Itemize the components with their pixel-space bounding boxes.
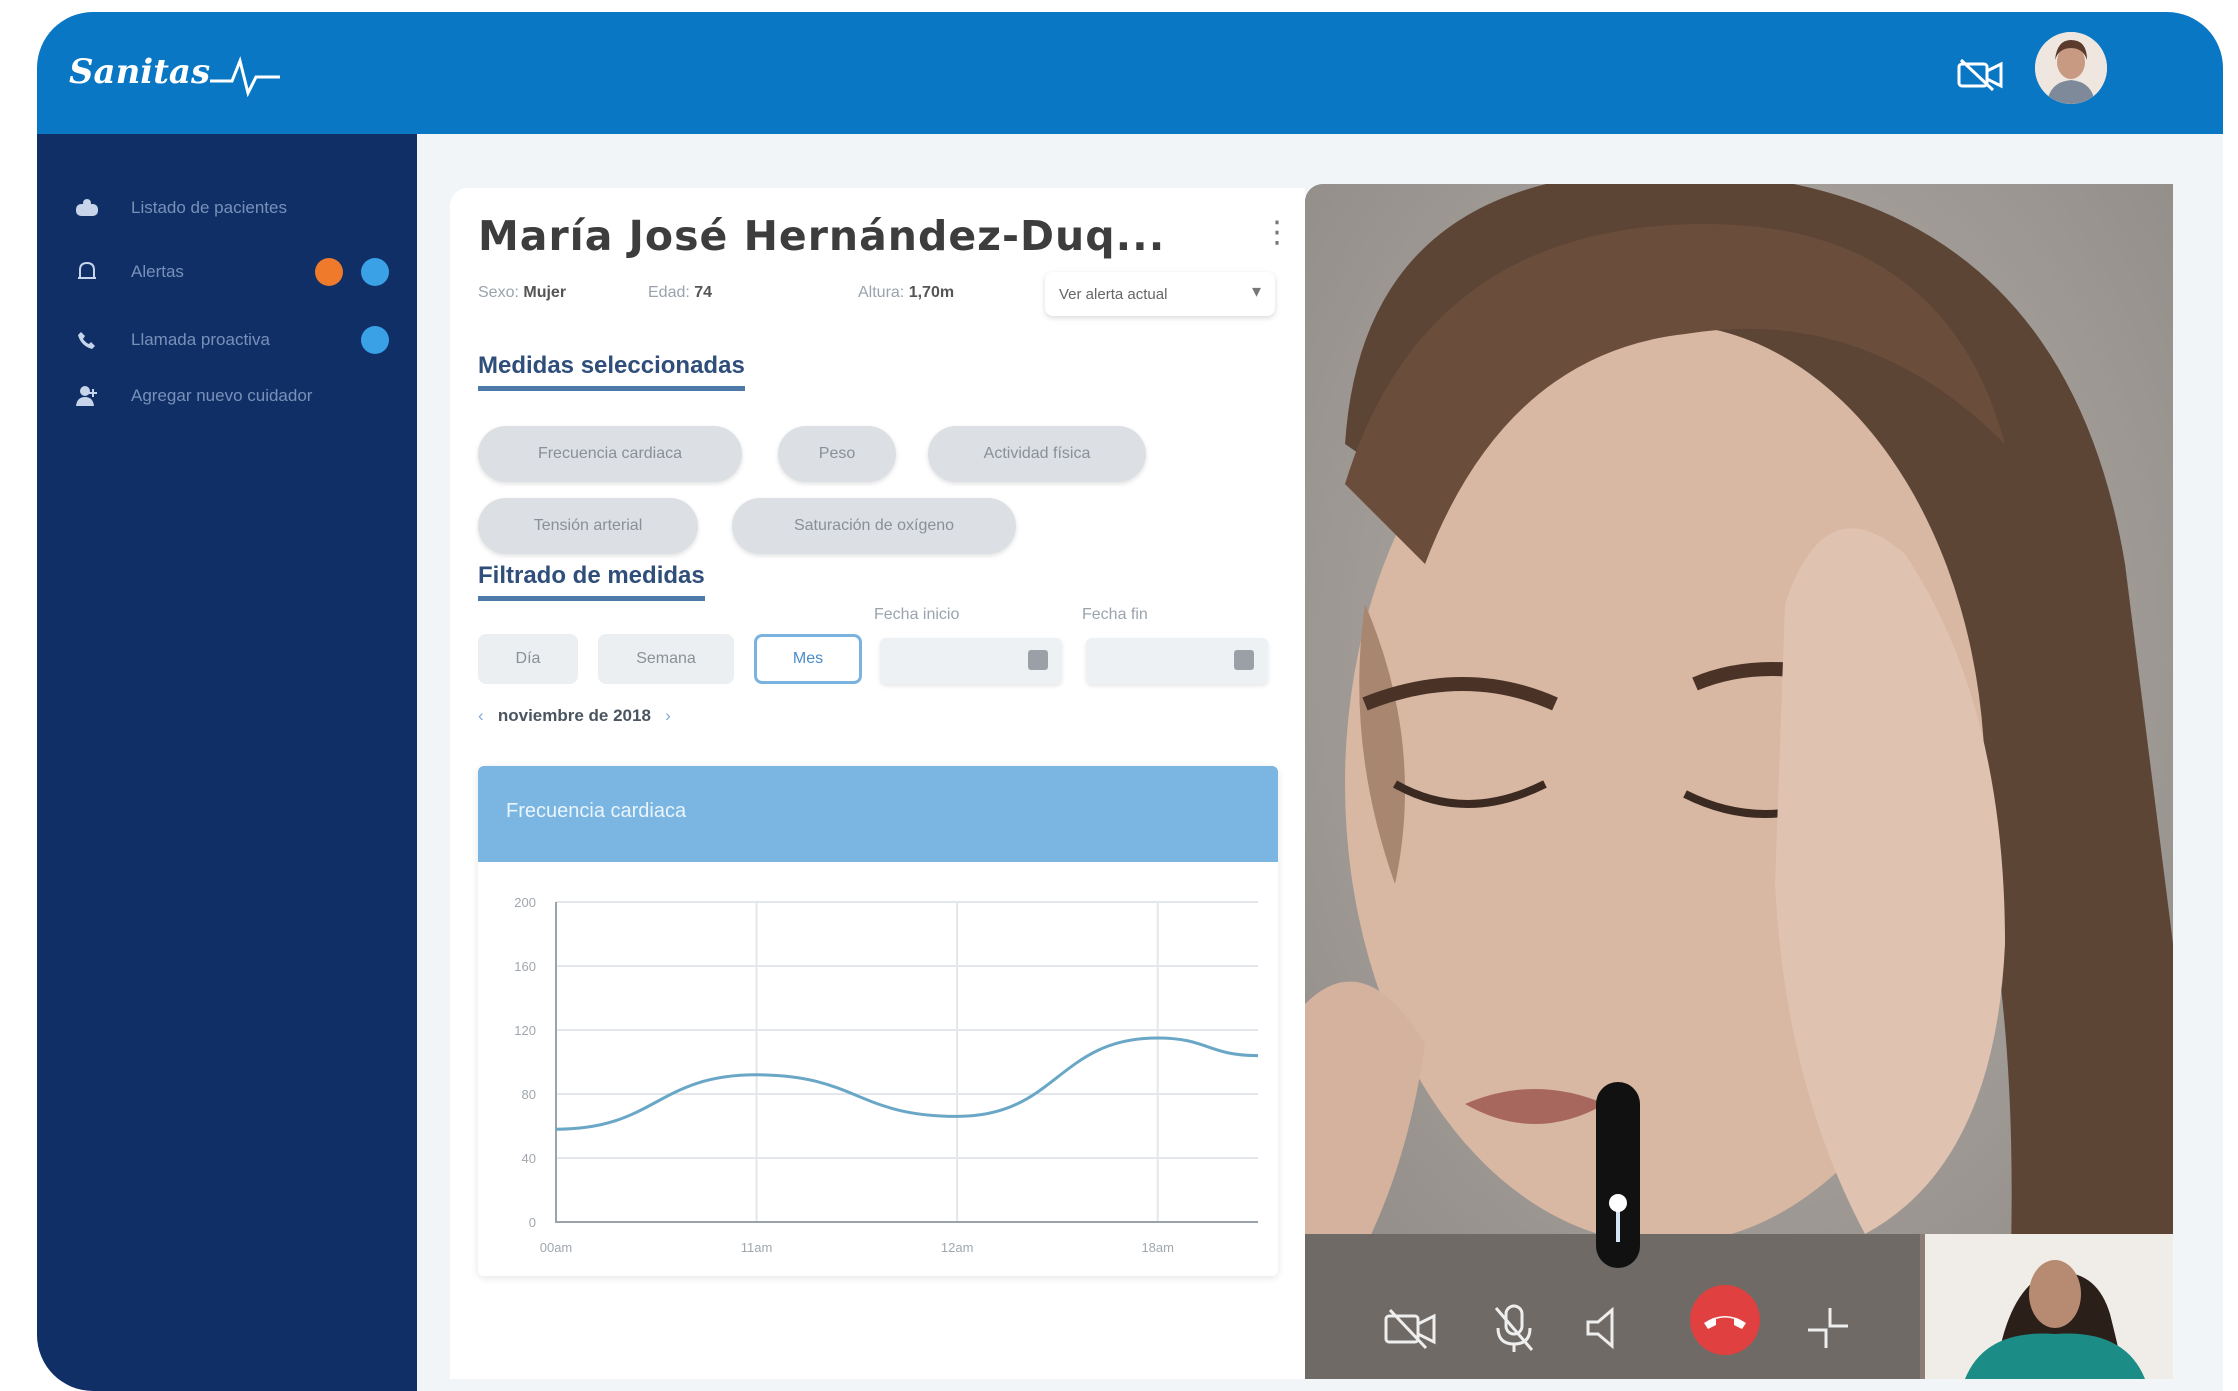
brand-logo[interactable]: Sanitas bbox=[69, 42, 281, 102]
y-tick-label: 120 bbox=[514, 1023, 536, 1038]
sidebar-item-label: Listado de pacientes bbox=[131, 198, 287, 217]
start-date-label: Fecha inicio bbox=[874, 606, 960, 623]
age-label: Edad: bbox=[648, 284, 690, 301]
sidebar-item-proactive-call[interactable]: Llamada proactiva bbox=[67, 320, 407, 360]
patient-age: Edad: 74 bbox=[648, 284, 712, 302]
series-line bbox=[555, 1036, 1259, 1131]
patient-sex: Sexo: Mujer bbox=[478, 284, 566, 302]
view-alert-button[interactable]: Ver alerta actual ▾ bbox=[1045, 272, 1275, 316]
height-label: Altura: bbox=[858, 284, 905, 301]
height-value: 1,70m bbox=[908, 284, 955, 301]
chart-title: Frecuencia cardiaca bbox=[506, 800, 687, 822]
heart-rate-chart: 0 40 80 120 160 200 00am 11am 12am 18am bbox=[514, 895, 1259, 1255]
top-bar: Sanitas bbox=[37, 12, 2223, 134]
call-badge-blue bbox=[361, 326, 389, 354]
current-month: noviembre de 2018 bbox=[497, 706, 651, 725]
self-view-video bbox=[1925, 1234, 2173, 1379]
phone-icon bbox=[67, 320, 107, 360]
y-tick-label: 80 bbox=[522, 1087, 536, 1102]
chip-weight[interactable]: Peso bbox=[778, 426, 896, 482]
doctor-video-image bbox=[1925, 1234, 2173, 1379]
sidebar-item-add-caregiver[interactable]: Agregar nuevo cuidador bbox=[67, 376, 407, 416]
chip-oxygen-saturation[interactable]: Saturación de oxígeno bbox=[732, 498, 1016, 554]
sidebar-item-label: Llamada proactiva bbox=[131, 330, 270, 349]
month-navigator: ‹ noviembre de 2018 › bbox=[478, 706, 671, 726]
calendar-icon bbox=[1234, 650, 1254, 670]
chip-heart-rate[interactable]: Frecuencia cardiaca bbox=[478, 426, 742, 482]
alert-badge-blue bbox=[361, 258, 389, 286]
y-tick-label: 160 bbox=[514, 959, 536, 974]
video-call-main bbox=[1305, 184, 2173, 1379]
chart-axes bbox=[555, 902, 1258, 1223]
chevron-down-icon: ▾ bbox=[1251, 281, 1261, 301]
y-tick-label: 200 bbox=[514, 895, 536, 910]
add-user-icon bbox=[67, 376, 107, 416]
alert-badge-orange bbox=[315, 258, 343, 286]
brand-name: Sanitas bbox=[69, 52, 211, 92]
chart-card: Frecuencia cardiaca 0 40 80 120 160 200 00am 11… bbox=[478, 766, 1278, 1276]
y-tick-label: 40 bbox=[522, 1151, 536, 1166]
chip-blood-pressure[interactable]: Tensión arterial bbox=[478, 498, 698, 554]
segment-day[interactable]: Día bbox=[478, 634, 578, 684]
x-tick-label: 18am bbox=[1141, 1240, 1174, 1255]
end-date-label: Fecha fin bbox=[1082, 606, 1148, 623]
patients-icon bbox=[67, 188, 107, 228]
patient-video-image bbox=[1305, 184, 2173, 1379]
age-value: 74 bbox=[694, 284, 713, 301]
heartbeat-icon bbox=[210, 56, 281, 97]
minimize-icon[interactable] bbox=[1800, 1300, 1856, 1356]
next-month-icon[interactable]: › bbox=[665, 706, 671, 725]
patient-height: Altura: 1,70m bbox=[858, 284, 954, 302]
selected-measures-title: Medidas seleccionadas bbox=[478, 352, 745, 391]
patient-name: María José Hernández-Duq... bbox=[478, 212, 1166, 260]
segment-month[interactable]: Mes bbox=[754, 634, 862, 684]
y-tick-label: 0 bbox=[529, 1215, 536, 1230]
start-date-input[interactable] bbox=[880, 638, 1062, 684]
user-avatar[interactable] bbox=[2035, 32, 2107, 104]
x-tick-label: 12am bbox=[941, 1240, 974, 1255]
end-date-input[interactable] bbox=[1086, 638, 1268, 684]
video-camera-off-icon[interactable] bbox=[1957, 56, 2005, 94]
x-tick-label: 11am bbox=[741, 1240, 773, 1255]
volume-track bbox=[1609, 1194, 1627, 1242]
view-alert-label: Ver alerta actual bbox=[1059, 285, 1168, 303]
sidebar-item-label: Alertas bbox=[131, 262, 184, 281]
calendar-icon bbox=[1028, 650, 1048, 670]
mic-off-icon[interactable] bbox=[1486, 1300, 1542, 1356]
sidebar-item-patients[interactable]: Listado de pacientes bbox=[67, 188, 407, 228]
x-tick-label: 00am bbox=[540, 1240, 573, 1255]
sex-label: Sexo: bbox=[478, 284, 519, 301]
chip-physical-activity[interactable]: Actividad física bbox=[928, 426, 1146, 482]
prev-month-icon[interactable]: ‹ bbox=[478, 706, 484, 725]
hang-up-icon bbox=[1704, 1316, 1746, 1329]
hang-up-button[interactable] bbox=[1690, 1285, 1760, 1355]
more-options-icon[interactable]: ⋮ bbox=[1262, 218, 1292, 252]
chart-header: Frecuencia cardiaca bbox=[478, 766, 1278, 862]
segment-week[interactable]: Semana bbox=[598, 634, 734, 684]
sidebar-item-alerts[interactable]: Alertas bbox=[67, 252, 407, 292]
sidebar-item-label: Agregar nuevo cuidador bbox=[131, 386, 313, 405]
speaker-icon[interactable] bbox=[1578, 1300, 1634, 1356]
camera-off-icon[interactable] bbox=[1382, 1300, 1438, 1356]
filter-title: Filtrado de medidas bbox=[478, 562, 705, 601]
volume-knob[interactable] bbox=[1609, 1194, 1627, 1212]
volume-slider[interactable] bbox=[1596, 1082, 1640, 1268]
sex-value: Mujer bbox=[523, 284, 567, 301]
sidebar: Listado de pacientes Alertas Llamada pro… bbox=[37, 134, 417, 1391]
bell-icon bbox=[67, 252, 107, 292]
